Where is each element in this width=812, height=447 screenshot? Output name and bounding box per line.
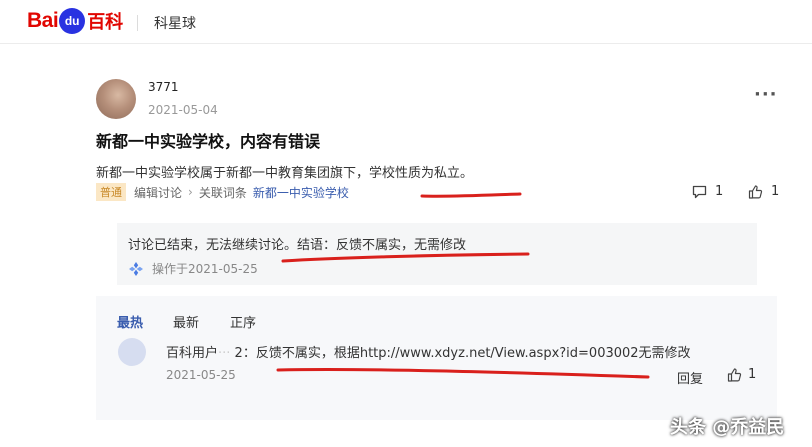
logo-text-du: du (64, 14, 80, 28)
baidu-baike-logo[interactable]: Bai du 百科 (27, 6, 123, 36)
comment-like-button[interactable]: 1 (727, 367, 756, 382)
more-options-icon[interactable]: ··· (754, 84, 778, 105)
edit-discussion-link[interactable]: 编辑讨论 (134, 184, 182, 201)
commenter-name[interactable]: 百科用户 (166, 346, 218, 361)
baike-operator-icon (129, 261, 143, 276)
commenter-avatar[interactable] (118, 338, 146, 366)
underline-entry (420, 192, 522, 198)
related-entry-label: 关联词条 (198, 185, 247, 200)
comment-icon (692, 185, 707, 198)
operation-row: 操作于2021-05-25 (128, 260, 258, 277)
section-title[interactable]: 科星球 (154, 13, 196, 33)
post-title: 新都一中实验学校，内容有错误 (96, 132, 321, 151)
operated-date: 操作于2021-05-25 (152, 262, 258, 276)
paw-icon: du (59, 8, 86, 34)
comment-count: 1 (715, 184, 724, 199)
type-badge: 普通 (96, 183, 126, 201)
reply-button[interactable]: 回复 (677, 368, 703, 387)
chevron-right-icon: › (188, 185, 193, 199)
sort-tab-ascending[interactable]: 正序 (230, 312, 256, 331)
comment-date: 2021-05-25 (166, 368, 236, 382)
post-body: 新都一中实验学校属于新都一中教育集团旗下，学校性质为私立。 (96, 166, 474, 181)
author-username[interactable]: 3771 (148, 80, 179, 94)
comment-text: 百科用户··· 2：反馈不属实，根据http://www.xdyz.net/Vi… (166, 342, 691, 361)
comment-count-button[interactable]: 1 (692, 184, 723, 199)
logo-text-bai: Bai (27, 9, 59, 32)
like-count: 1 (771, 184, 780, 199)
author-avatar[interactable] (96, 79, 136, 119)
comment-like-count: 1 (748, 367, 757, 382)
sort-tab-newest[interactable]: 最新 (173, 312, 199, 331)
thumbs-up-icon (727, 367, 742, 382)
related-entry-link[interactable]: 新都一中实验学校 (253, 184, 349, 201)
comment-body: ：反馈不属实，根据http://www.xdyz.net/View.aspx?i… (242, 346, 691, 361)
commenter-name-suffix: 2 (234, 346, 243, 361)
conclusion-text: 讨论已结束，无法继续讨论。结语：反馈不属实，无需修改 (128, 238, 467, 253)
sort-tab-hot[interactable]: 最热 (117, 312, 143, 331)
post-date: 2021-05-04 (148, 103, 218, 117)
header-divider (137, 15, 138, 31)
commenter-name-masked: ··· (218, 346, 235, 361)
logo-text-baike: 百科 (87, 12, 124, 33)
post-meta-row: 普通 编辑讨论 › 关联词条 新都一中实验学校 (96, 182, 349, 202)
top-header: Bai du 百科 科星球 (0, 0, 812, 44)
watermark: 头条 @乔益民 (670, 417, 785, 438)
thumbs-up-icon (748, 184, 763, 199)
like-button[interactable]: 1 (748, 184, 779, 199)
